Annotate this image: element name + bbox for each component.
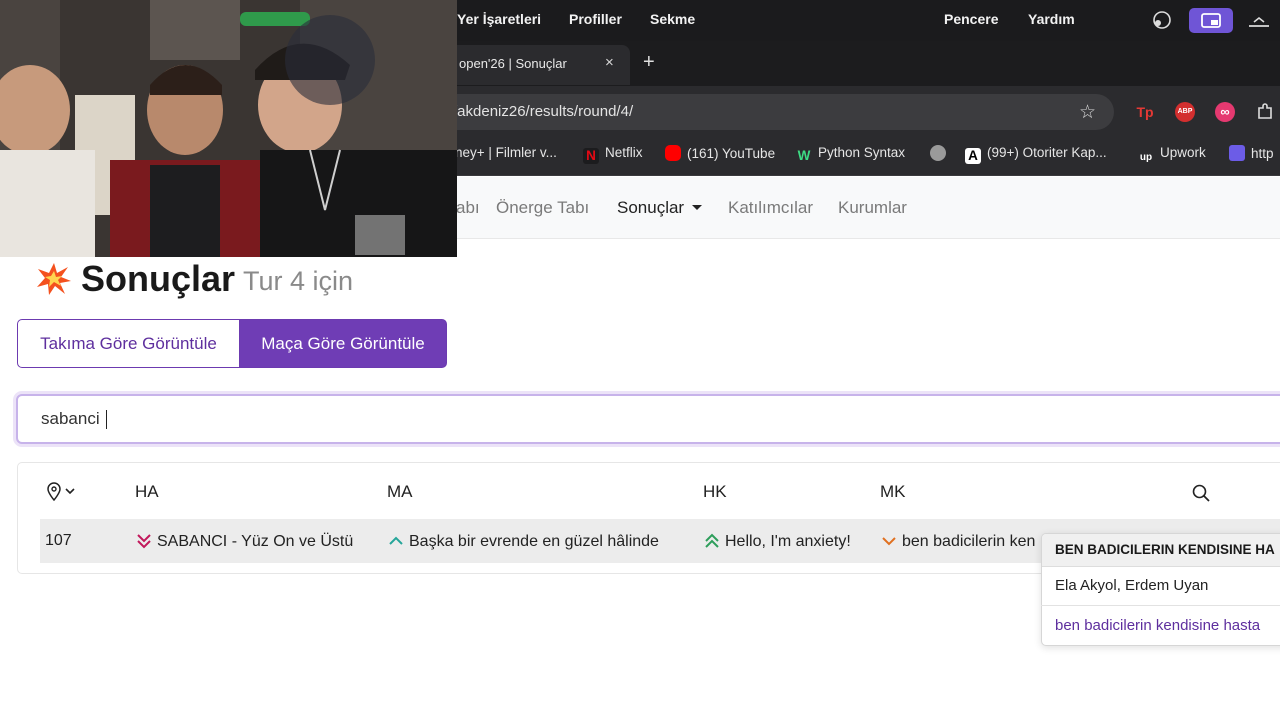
header-ma[interactable]: MA xyxy=(387,482,413,502)
bookmark-python[interactable]: W Python Syntax xyxy=(796,145,905,164)
menu-window[interactable]: Pencere xyxy=(944,11,998,27)
nav-item-participants[interactable]: Katılımcılar xyxy=(728,198,813,218)
text-cursor xyxy=(106,410,107,429)
view-by-match-button[interactable]: Maça Göre Görüntüle xyxy=(239,319,447,368)
control-center-icon[interactable] xyxy=(1246,8,1272,32)
hk-team-name: Hello, I'm anxiety! xyxy=(725,533,851,550)
upwork-icon: up xyxy=(1139,152,1153,163)
chevron-up-icon xyxy=(389,536,403,545)
bookmark-label: Netflix xyxy=(605,145,643,160)
nav-item-institutions[interactable]: Kurumlar xyxy=(838,198,907,218)
search-input[interactable] xyxy=(16,394,1280,444)
webcam-video-image xyxy=(0,0,457,257)
mk-team-link[interactable]: ben badicilerin ken xyxy=(902,533,1035,550)
menu-bookmarks[interactable]: Yer İşaretleri xyxy=(457,11,541,27)
menu-tab[interactable]: Sekme xyxy=(650,11,695,27)
double-chevron-up-icon xyxy=(705,533,719,548)
popover-team-link[interactable]: ben badicilerin kendisine hasta xyxy=(1055,617,1260,634)
tab-close-icon[interactable]: × xyxy=(605,54,614,71)
link-icon xyxy=(1229,145,1245,161)
globe-icon xyxy=(930,145,946,161)
search-input-value: sabanci xyxy=(41,409,100,428)
bookmark-star-icon[interactable]: ☆ xyxy=(1079,101,1096,124)
new-tab-button[interactable]: + xyxy=(643,51,655,74)
hk-cell[interactable]: Hello, I'm anxiety! xyxy=(703,532,851,551)
screen-share-icon[interactable] xyxy=(1189,8,1233,33)
ha-team-name: SABANCI - Yüz On ve Üstü xyxy=(157,533,354,550)
adblock-icon[interactable]: ABP xyxy=(1175,102,1195,122)
view-by-team-button[interactable]: Takıma Göre Görüntüle xyxy=(17,319,240,368)
location-sort-icon[interactable] xyxy=(45,481,79,508)
nav-item-motion-tab-full[interactable]: Önerge Tabı xyxy=(496,198,589,218)
nav-results-label: Sonuçlar xyxy=(617,198,685,217)
header-hk[interactable]: HK xyxy=(703,482,727,502)
room-cell: 107 xyxy=(45,532,72,549)
bookmark-disney[interactable]: ney+ | Filmler v... xyxy=(455,145,557,160)
extensions-puzzle-icon[interactable] xyxy=(1255,102,1275,122)
extension-tp-icon[interactable]: Tp xyxy=(1135,102,1155,122)
ma-cell[interactable]: Başka bir evrende en güzel hâlinde xyxy=(387,532,659,551)
popover-members: Ela Akyol, Erdem Uyan xyxy=(1055,577,1209,594)
search-icon[interactable] xyxy=(1191,483,1211,508)
page-title: Sonuçlar xyxy=(81,258,236,299)
bookmark-label: (99+) Otoriter Kap... xyxy=(987,145,1107,160)
bookmark-label: ney+ | Filmler v... xyxy=(455,145,557,160)
double-chevron-down-icon xyxy=(137,534,151,549)
bookmark-otoriter[interactable]: A (99+) Otoriter Kap... xyxy=(965,145,1107,164)
tab-title: open'26 | Sonuçlar xyxy=(459,56,567,71)
chevron-down-icon xyxy=(692,205,703,210)
header-ha[interactable]: HA xyxy=(135,482,159,502)
bookmark-http[interactable]: http xyxy=(1229,145,1274,161)
explosion-icon xyxy=(36,262,72,304)
menu-help[interactable]: Yardım xyxy=(1028,11,1075,27)
header-mk[interactable]: MK xyxy=(880,482,906,502)
menu-profiles[interactable]: Profiller xyxy=(569,11,622,27)
bookmark-upwork[interactable]: up Upwork xyxy=(1138,145,1206,166)
webcam-overlay xyxy=(0,0,457,257)
nav-item-results[interactable]: Sonuçlar xyxy=(617,198,703,218)
w3-icon: W xyxy=(797,148,811,163)
bookmark-netflix[interactable]: N Netflix xyxy=(583,145,643,164)
address-url[interactable]: /akdeniz26/results/round/4/ xyxy=(453,103,633,120)
bookmark-label: http xyxy=(1251,146,1274,161)
netflix-icon: N xyxy=(583,148,599,164)
chevron-down-icon xyxy=(882,537,896,546)
bookmark-youtube[interactable]: (161) YouTube xyxy=(665,145,775,161)
ha-cell[interactable]: SABANCI - Yüz On ve Üstü xyxy=(135,532,353,551)
mk-cell[interactable]: ben badicilerin ken xyxy=(880,532,1035,551)
a-icon: A xyxy=(965,148,981,164)
youtube-icon xyxy=(665,145,681,161)
popover-divider xyxy=(1041,605,1280,606)
bookmark-label: Python Syntax xyxy=(818,145,906,160)
popover-title: BEN BADICILERIN KENDISINE HA xyxy=(1055,542,1275,557)
page-subtitle: Tur 4 için xyxy=(243,266,354,296)
bookmark-label: (161) YouTube xyxy=(687,146,776,161)
ma-team-name: Başka bir evrende en güzel hâlinde xyxy=(409,533,659,550)
nav-item-motion-tab[interactable]: abı xyxy=(456,198,480,218)
bookmark-globe[interactable] xyxy=(930,145,952,161)
status-icon[interactable] xyxy=(1150,8,1176,32)
bookmark-label: Upwork xyxy=(1160,145,1206,160)
extension-infinity-icon[interactable]: ∞ xyxy=(1215,102,1235,122)
